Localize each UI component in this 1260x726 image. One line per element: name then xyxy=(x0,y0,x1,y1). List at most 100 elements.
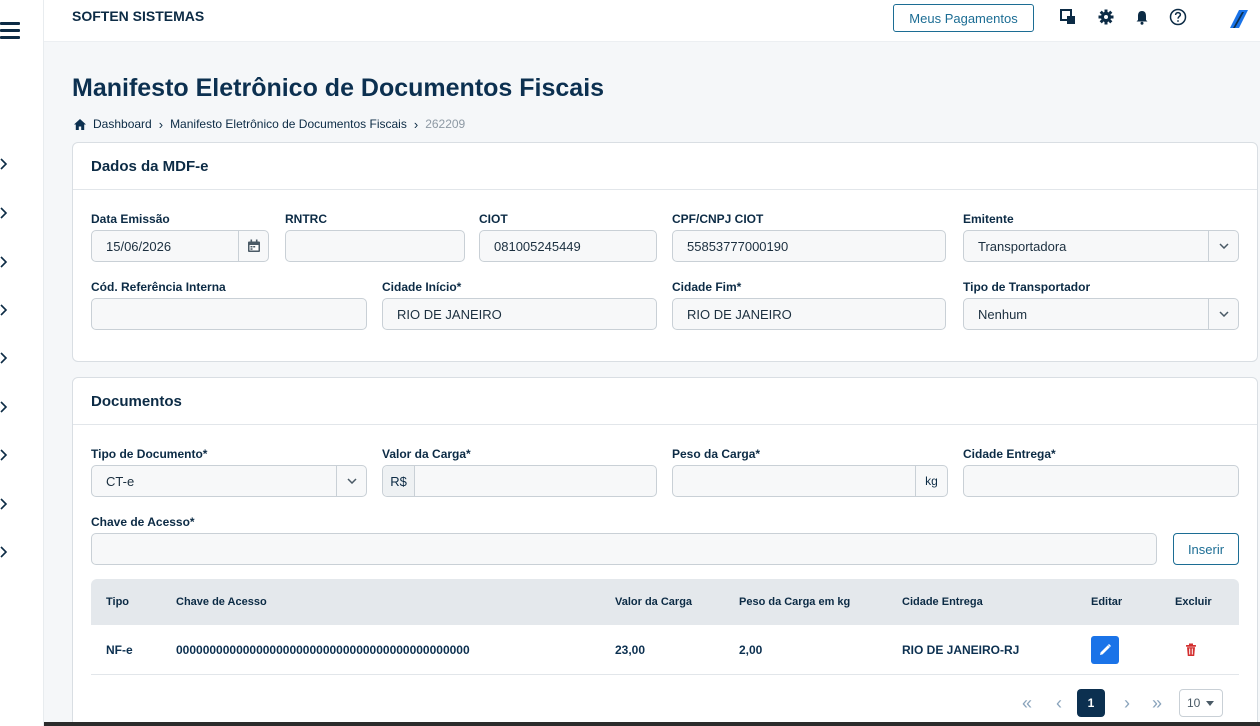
pencil-icon xyxy=(1098,643,1112,657)
page-size-value: 10 xyxy=(1187,696,1201,710)
data-emissao-field[interactable]: 15/06/2026 xyxy=(91,230,269,262)
peso-carga-label: Peso da Carga* xyxy=(672,447,761,461)
chevron-right-icon[interactable] xyxy=(0,497,14,511)
column-header: Excluir xyxy=(1175,596,1212,608)
breadcrumb: Dashboard › Manifesto Eletrônico de Docu… xyxy=(73,116,465,132)
mdfe-card: Dados da MDF-e Data Emissão 15/06/2026 R… xyxy=(72,142,1258,362)
delete-cell xyxy=(1183,625,1199,674)
chave-acesso-field[interactable] xyxy=(91,533,1157,565)
column-header: Valor da Carga xyxy=(615,596,693,608)
tipo-transportador-select[interactable]: Nenhum xyxy=(963,298,1239,330)
column-header: Editar xyxy=(1091,596,1123,608)
delete-button[interactable] xyxy=(1183,642,1199,658)
valor-carga-field[interactable]: R$ xyxy=(382,465,657,497)
bell-icon[interactable] xyxy=(1132,7,1152,27)
breadcrumb-separator: › xyxy=(158,116,164,132)
emitente-select[interactable]: Transportadora xyxy=(963,230,1239,262)
tipo-transportador-value: Nenhum xyxy=(978,306,1028,322)
data-emissao-label: Data Emissão xyxy=(91,212,170,226)
caret-down-icon xyxy=(1206,700,1215,706)
trash-icon xyxy=(1185,643,1197,657)
previous-page-icon[interactable]: ‹ xyxy=(1047,689,1071,717)
side-rail xyxy=(0,0,44,726)
help-icon[interactable] xyxy=(1168,7,1188,27)
row-chave: 0000000000000000000000000000000000000000… xyxy=(176,642,470,657)
cod-ref-field[interactable] xyxy=(91,298,367,330)
documentos-card: Documentos Tipo de Documento* CT-e Valor… xyxy=(72,377,1258,726)
cidade-fim-field[interactable]: RIO DE JANEIRO xyxy=(672,298,946,330)
edit-button[interactable] xyxy=(1091,635,1119,664)
ciot-value: 081005245449 xyxy=(494,238,581,254)
cidade-inicio-label: Cidade Início* xyxy=(382,280,462,294)
table-header: Tipo Chave de Acesso Valor da Carga Peso… xyxy=(91,579,1239,625)
chevron-right-icon[interactable] xyxy=(0,303,14,317)
valor-carga-label: Valor da Carga* xyxy=(382,447,471,461)
chevron-right-icon[interactable] xyxy=(0,545,14,559)
top-bar: SOFTEN SISTEMAS Meus Pagamentos xyxy=(44,0,1260,42)
row-cidade: RIO DE JANEIRO-RJ xyxy=(902,642,1020,657)
my-payments-button[interactable]: Meus Pagamentos xyxy=(893,4,1034,32)
tipo-documento-label: Tipo de Documento* xyxy=(91,447,208,461)
chevron-down-icon[interactable] xyxy=(336,466,366,496)
page-title: Manifesto Eletrônico de Documentos Fisca… xyxy=(72,74,605,102)
breadcrumb-dashboard[interactable]: Dashboard xyxy=(93,117,152,131)
chevron-right-icon[interactable] xyxy=(0,448,14,462)
first-page-icon[interactable]: « xyxy=(1015,689,1039,717)
brand-name: SOFTEN SISTEMAS xyxy=(72,8,205,24)
peso-carga-field[interactable]: kg xyxy=(672,465,948,497)
page-size-select[interactable]: 10 xyxy=(1179,689,1223,717)
card-title: Documentos xyxy=(91,393,182,410)
cod-ref-label: Cód. Referência Interna xyxy=(91,280,226,294)
home-icon[interactable] xyxy=(73,118,87,131)
cidade-entrega-field[interactable] xyxy=(963,465,1239,497)
tipo-transportador-label: Tipo de Transportador xyxy=(963,280,1091,294)
column-header: Peso da Carga em kg xyxy=(739,596,851,608)
card-divider xyxy=(73,189,1257,190)
edit-cell xyxy=(1091,625,1119,674)
column-header: Cidade Entrega xyxy=(902,596,983,608)
card-title: Dados da MDF-e xyxy=(91,158,209,175)
logo-icon xyxy=(1224,4,1254,34)
chave-acesso-label: Chave de Acesso* xyxy=(91,515,195,529)
breadcrumb-manifesto[interactable]: Manifesto Eletrônico de Documentos Fisca… xyxy=(170,117,407,131)
window-edge xyxy=(44,722,1260,726)
calendar-icon[interactable] xyxy=(238,231,268,261)
gear-icon[interactable] xyxy=(1096,7,1116,27)
chevron-down-icon[interactable] xyxy=(1208,231,1238,261)
cpf-cnpj-ciot-field[interactable]: 55853777000190 xyxy=(672,230,946,262)
chevron-right-icon[interactable] xyxy=(0,351,14,365)
cidade-entrega-label: Cidade Entrega* xyxy=(963,447,1056,461)
rntrc-label: RNTRC xyxy=(285,212,327,226)
ciot-field[interactable]: 081005245449 xyxy=(479,230,657,262)
cidade-inicio-field[interactable]: RIO DE JANEIRO xyxy=(382,298,657,330)
column-header: Tipo xyxy=(106,596,130,608)
cidade-fim-value: RIO DE JANEIRO xyxy=(687,306,792,322)
table-row: NF-e 00000000000000000000000000000000000… xyxy=(91,625,1239,675)
page-number-current[interactable]: 1 xyxy=(1077,689,1105,717)
chevron-right-icon[interactable] xyxy=(0,206,14,220)
currency-prefix: R$ xyxy=(383,466,415,496)
cpf-cnpj-ciot-label: CPF/CNPJ CIOT xyxy=(672,212,764,226)
card-divider xyxy=(73,424,1257,425)
breadcrumb-separator: › xyxy=(413,116,419,132)
rntrc-field[interactable] xyxy=(285,230,465,262)
tipo-documento-value: CT-e xyxy=(106,473,135,489)
windows-icon[interactable] xyxy=(1058,7,1078,27)
weight-unit-suffix: kg xyxy=(915,466,947,496)
row-tipo: NF-e xyxy=(106,642,133,657)
next-page-icon[interactable]: › xyxy=(1115,689,1139,717)
chevron-right-icon[interactable] xyxy=(0,157,14,171)
chevron-right-icon[interactable] xyxy=(0,400,14,414)
pagination: « ‹ 1 › » 10 xyxy=(73,689,1259,717)
insert-button[interactable]: Inserir xyxy=(1173,533,1239,565)
chevron-right-icon[interactable] xyxy=(0,255,14,269)
ciot-label: CIOT xyxy=(479,212,508,226)
breadcrumb-current: 262209 xyxy=(425,117,466,131)
last-page-icon[interactable]: » xyxy=(1145,689,1169,717)
chevron-down-icon[interactable] xyxy=(1208,299,1238,329)
data-emissao-value: 15/06/2026 xyxy=(106,238,172,254)
emitente-value: Transportadora xyxy=(978,238,1067,254)
tipo-documento-select[interactable]: CT-e xyxy=(91,465,367,497)
menu-icon[interactable] xyxy=(0,20,22,40)
cidade-fim-label: Cidade Fim* xyxy=(672,280,742,294)
